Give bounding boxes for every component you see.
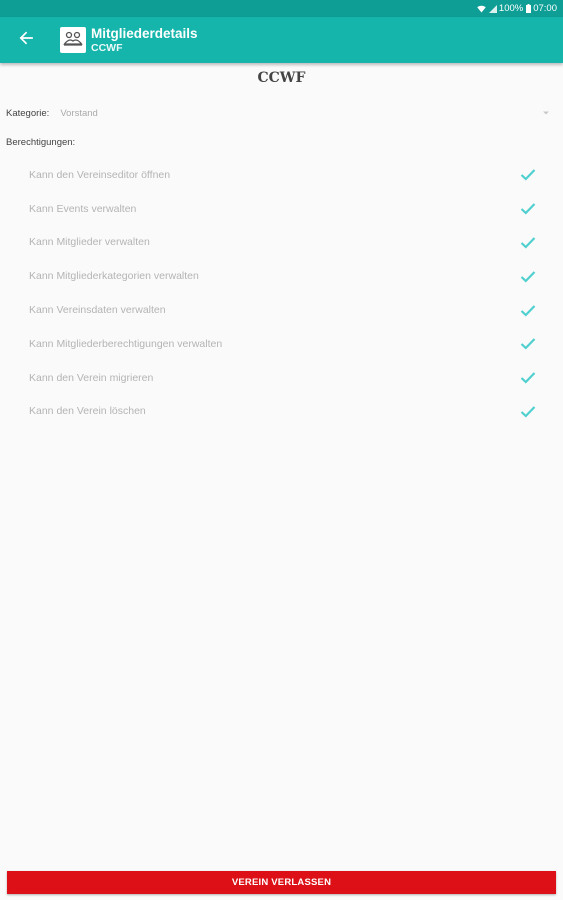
app-title: Mitgliederdetails [91, 26, 198, 42]
members-icon [63, 30, 83, 51]
category-select[interactable]: Kategorie: Vorstand [6, 106, 551, 120]
check-icon [519, 301, 537, 319]
permission-item: Kann Mitglieder verwalten [29, 226, 537, 260]
battery-icon [526, 4, 532, 13]
permissions-heading: Berechtigungen: [6, 137, 76, 148]
permission-item: Kann den Verein löschen [29, 395, 537, 429]
check-icon [519, 200, 537, 218]
permission-item: Kann den Verein migrieren [29, 361, 537, 395]
check-icon [519, 402, 537, 420]
permission-item: Kann Vereinsdaten verwalten [29, 293, 537, 327]
back-button[interactable] [0, 17, 52, 63]
check-icon [519, 267, 537, 285]
permission-label: Kann Events verwalten [29, 202, 137, 215]
app-subtitle: CCWF [91, 41, 123, 54]
permission-label: Kann den Verein löschen [29, 405, 146, 418]
check-icon [519, 166, 537, 184]
check-icon [519, 369, 537, 387]
category-label: Kategorie: [6, 107, 50, 119]
wifi-icon [477, 5, 486, 13]
permission-label: Kann Mitglieder verwalten [29, 236, 150, 249]
permission-item: Kann Mitgliederberechtigungen verwalten [29, 327, 537, 361]
signal-icon [488, 4, 497, 13]
check-icon [519, 233, 537, 251]
permission-item: Kann Mitgliederkategorien verwalten [29, 259, 537, 293]
permission-item: Kann den Vereinseditor öffnen [29, 158, 537, 192]
permission-label: Kann Vereinsdaten verwalten [29, 304, 166, 317]
app-logo [60, 27, 86, 53]
battery-percent: 100% [498, 3, 524, 14]
permission-label: Kann Mitgliederberechtigungen verwalten [29, 337, 223, 350]
permission-item: Kann Events verwalten [29, 192, 537, 226]
dropdown-arrow-icon [541, 108, 551, 118]
club-name: CCWF [257, 70, 306, 86]
check-icon [519, 335, 537, 353]
category-value: Vorstand [60, 107, 98, 119]
status-time: 07:00 [533, 3, 557, 14]
app-bar: Mitgliederdetails CCWF [0, 17, 563, 63]
permissions-list: Kann den Vereinseditor öffnen Kann Event… [29, 158, 537, 428]
leave-club-button[interactable]: VEREIN VERLASSEN [7, 871, 556, 894]
permission-label: Kann Mitgliederkategorien verwalten [29, 270, 199, 283]
permission-label: Kann den Vereinseditor öffnen [29, 168, 171, 181]
permission-label: Kann den Verein migrieren [29, 371, 154, 384]
arrow-back-icon [19, 31, 33, 50]
status-bar: 100% 07:00 [0, 0, 563, 17]
